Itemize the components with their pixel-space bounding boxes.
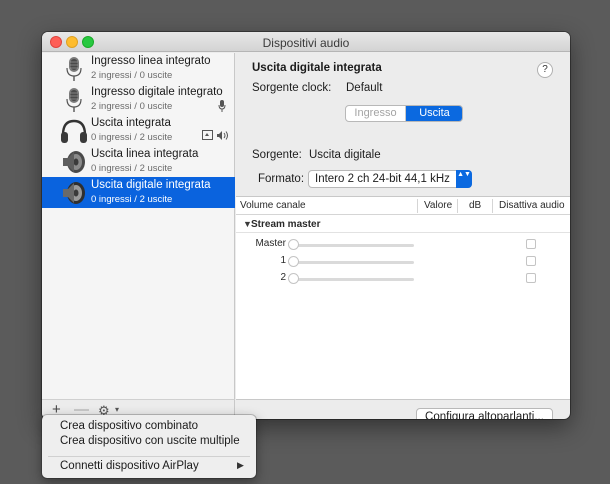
- format-select[interactable]: Intero 2 ch 24-bit 44,1 kHz ▲▼: [308, 170, 472, 188]
- title-bar[interactable]: Dispositivi audio: [42, 32, 570, 52]
- volume-slider-knob[interactable]: [288, 256, 299, 267]
- menu-item-connect-airplay[interactable]: Connetti dispositivo AirPlay: [60, 460, 199, 472]
- device-item-uscita-integrata[interactable]: Uscita integrata 0 ingressi / 2 uscite: [42, 115, 235, 146]
- menu-separator: [48, 456, 250, 457]
- channel-label: Master: [255, 238, 286, 249]
- default-output-speaker-icon: [217, 131, 228, 140]
- volume-slider-knob[interactable]: [288, 239, 299, 250]
- volume-slider[interactable]: [294, 261, 414, 264]
- channel-row: 2: [236, 270, 570, 287]
- headphones-icon: [61, 119, 87, 143]
- channel-volume-table: Volume canale Valore dB Disattiva audio …: [236, 196, 570, 400]
- device-io: 2 ingressi / 0 uscite: [91, 70, 173, 81]
- select-arrows-icon: ▲▼: [456, 170, 472, 188]
- device-detail-pane: Uscita digitale integrata ? Sorgente clo…: [236, 53, 570, 419]
- clock-source-label: Sorgente clock:: [252, 82, 332, 94]
- channel-label: 2: [280, 272, 286, 283]
- device-io: 0 ingressi / 2 uscite: [91, 194, 173, 205]
- menu-item-create-aggregate[interactable]: Crea dispositivo combinato: [60, 420, 198, 432]
- io-segmented-control: Ingresso Uscita: [345, 105, 463, 122]
- device-item-uscita-digitale[interactable]: Uscita digitale integrata 0 ingressi / 2…: [42, 177, 235, 208]
- column-header-db[interactable]: dB: [469, 200, 481, 211]
- tab-ingresso[interactable]: Ingresso: [346, 106, 406, 121]
- device-item-ingresso-linea[interactable]: Ingresso linea integrato 2 ingressi / 0 …: [42, 53, 235, 84]
- device-io: 0 ingressi / 2 uscite: [91, 163, 173, 174]
- format-value: Intero 2 ch 24-bit 44,1 kHz: [315, 173, 450, 185]
- submenu-arrow-icon: ▶: [237, 460, 244, 470]
- menu-item-create-multi-output[interactable]: Crea dispositivo con uscite multiple: [60, 435, 240, 447]
- channel-label: 1: [280, 255, 286, 266]
- device-name: Ingresso linea integrato: [91, 55, 211, 67]
- mute-checkbox[interactable]: [526, 256, 536, 266]
- device-item-ingresso-digitale[interactable]: Ingresso digitale integrato 2 ingressi /…: [42, 84, 235, 115]
- format-label: Formato:: [258, 173, 305, 185]
- clock-source-value: Default: [346, 82, 383, 94]
- system-output-icon: [202, 130, 213, 140]
- configure-speakers-button[interactable]: Configura altoparlanti...: [416, 408, 553, 419]
- device-io: 2 ingressi / 0 uscite: [91, 101, 173, 112]
- volume-slider-knob[interactable]: [288, 273, 299, 284]
- microphone-icon: [66, 57, 82, 81]
- table-header: Volume canale Valore dB Disattiva audio: [236, 197, 570, 215]
- mute-checkbox[interactable]: [526, 273, 536, 283]
- device-name: Uscita digitale integrata: [91, 179, 211, 191]
- device-io: 0 ingressi / 2 uscite: [91, 132, 173, 143]
- device-name: Uscita linea integrata: [91, 148, 199, 160]
- column-divider: [492, 199, 493, 213]
- source-label: Sorgente:: [252, 149, 302, 161]
- device-item-uscita-linea[interactable]: Uscita linea integrata 0 ingressi / 2 us…: [42, 146, 235, 177]
- device-title: Uscita digitale integrata: [252, 62, 382, 74]
- device-name: Uscita integrata: [91, 117, 171, 129]
- device-name: Ingresso digitale integrato: [91, 86, 223, 98]
- volume-slider[interactable]: [294, 278, 414, 281]
- default-input-microphone-icon: [218, 100, 226, 112]
- column-header-mute[interactable]: Disattiva audio: [499, 200, 565, 211]
- column-divider: [417, 199, 418, 213]
- column-header-volume[interactable]: Volume canale: [240, 200, 306, 211]
- chevron-down-icon[interactable]: ▾: [115, 405, 119, 414]
- volume-slider[interactable]: [294, 244, 414, 247]
- group-label: Stream master: [251, 219, 321, 230]
- add-device-menu: Crea dispositivo combinato Crea disposit…: [42, 415, 256, 478]
- column-header-value[interactable]: Valore: [424, 200, 452, 211]
- column-divider: [457, 199, 458, 213]
- channel-row: Master: [236, 236, 570, 253]
- group-row[interactable]: ▼ Stream master: [236, 217, 570, 233]
- help-button[interactable]: ?: [537, 62, 553, 78]
- channel-row: 1: [236, 253, 570, 270]
- audio-devices-window: Dispositivi audio Ingresso linea integra…: [42, 32, 570, 419]
- speaker-icon: [63, 151, 85, 173]
- window-title: Dispositivi audio: [262, 36, 350, 50]
- device-list: Ingresso linea integrato 2 ingressi / 0 …: [42, 53, 235, 399]
- speaker-icon: [63, 182, 85, 204]
- source-value: Uscita digitale: [309, 149, 381, 161]
- microphone-icon: [66, 88, 82, 112]
- mute-checkbox[interactable]: [526, 239, 536, 249]
- tab-uscita[interactable]: Uscita: [406, 106, 462, 121]
